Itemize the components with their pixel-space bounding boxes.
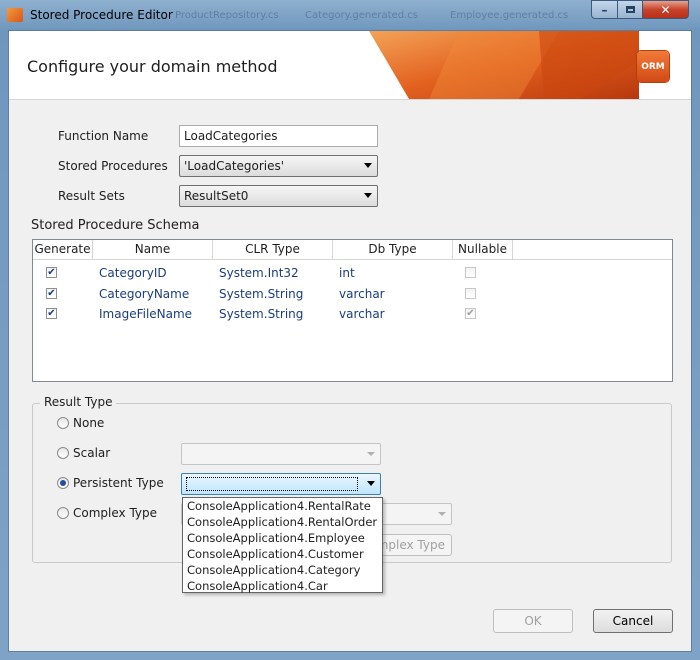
close-button[interactable]: ✕ — [642, 0, 689, 19]
nullable-checkbox — [465, 267, 476, 278]
table-row[interactable]: ✔ ImageFileName System.String varchar ✔ — [33, 305, 672, 325]
function-name-field[interactable]: LoadCategories — [179, 125, 378, 147]
ok-button[interactable]: OK — [493, 609, 573, 633]
radio-none-button[interactable] — [57, 417, 69, 429]
chevron-down-icon — [438, 512, 446, 516]
schema-grid[interactable]: Generate Name CLR Type Db Type Nullable … — [32, 239, 673, 382]
dropdown-option[interactable]: ConsoleApplication4.RentalOrder — [187, 514, 377, 530]
generate-checkbox[interactable]: ✔ — [46, 267, 57, 278]
column-header-db-type[interactable]: Db Type — [333, 240, 453, 260]
result-sets-value: ResultSet0 — [184, 189, 249, 203]
schema-section-title: Stored Procedure Schema — [31, 218, 200, 233]
radio-none[interactable]: None — [57, 416, 157, 435]
column-header-name[interactable]: Name — [93, 240, 213, 260]
stored-procedures-select[interactable]: 'LoadCategories' — [179, 155, 378, 177]
dropdown-option[interactable]: ConsoleApplication4.Category — [187, 562, 360, 578]
table-row[interactable]: ✔ CategoryID System.Int32 int — [33, 264, 672, 284]
page-title: Configure your domain method — [27, 57, 278, 76]
focus-rect — [186, 477, 358, 491]
stored-procedures-value: 'LoadCategories' — [184, 159, 285, 173]
stored-procedures-label: Stored Procedures — [58, 159, 168, 173]
row-name: CategoryID — [99, 266, 167, 280]
radio-complex-type-button[interactable] — [57, 507, 69, 519]
title-bar[interactable]: Stored Procedure Editor ProductRepositor… — [0, 0, 700, 30]
background-tab: Category.generated.cs — [305, 10, 418, 21]
radio-persistent-type[interactable]: Persistent Type — [57, 476, 177, 495]
result-sets-select[interactable]: ResultSet0 — [179, 185, 378, 207]
nullable-checkbox — [465, 288, 476, 299]
column-header-generate[interactable]: Generate — [33, 240, 93, 260]
window: Stored Procedure Editor ProductRepositor… — [0, 0, 700, 660]
chevron-down-icon — [364, 163, 372, 168]
row-name: CategoryName — [99, 287, 190, 301]
column-header-clr-type[interactable]: CLR Type — [213, 240, 333, 260]
maximize-button[interactable] — [617, 0, 643, 19]
column-header-nullable[interactable]: Nullable — [453, 240, 513, 260]
chevron-down-icon — [364, 193, 372, 198]
radio-complex-type-label: Complex Type — [73, 506, 158, 520]
radio-none-label: None — [73, 416, 105, 430]
dialog-client-area: Configure your domain method ORM Functio… — [8, 30, 692, 652]
generate-checkbox[interactable]: ✔ — [46, 308, 57, 319]
dropdown-option[interactable]: ConsoleApplication4.RentalRate — [187, 498, 371, 514]
table-row[interactable]: ✔ CategoryName System.String varchar — [33, 285, 672, 305]
dialog-header: Configure your domain method ORM — [9, 31, 691, 100]
result-sets-label: Result Sets — [58, 189, 125, 203]
background-tab: ProductRepository.cs — [175, 10, 279, 21]
persistent-type-select[interactable] — [181, 473, 381, 495]
generate-checkbox[interactable]: ✔ — [46, 288, 57, 299]
dropdown-option[interactable]: ConsoleApplication4.Employee — [187, 530, 365, 546]
dropdown-option[interactable]: ConsoleApplication4.Customer — [187, 546, 364, 562]
maximize-icon — [625, 6, 635, 13]
radio-scalar-label: Scalar — [73, 446, 111, 460]
chevron-down-icon — [367, 452, 375, 456]
row-clr-type: System.String — [219, 287, 304, 301]
scalar-type-select — [181, 443, 381, 465]
nullable-checkbox: ✔ — [465, 308, 476, 319]
row-clr-type: System.Int32 — [219, 266, 299, 280]
column-header-filler — [513, 240, 672, 260]
row-db-type: varchar — [339, 287, 385, 301]
radio-scalar[interactable]: Scalar — [57, 446, 157, 465]
row-db-type: varchar — [339, 307, 385, 321]
function-name-label: Function Name — [58, 129, 149, 143]
cancel-button[interactable]: Cancel — [593, 609, 673, 633]
radio-scalar-button[interactable] — [57, 447, 69, 459]
row-name: ImageFileName — [99, 307, 193, 321]
radio-persistent-type-button[interactable] — [57, 477, 69, 489]
dropdown-option[interactable]: ConsoleApplication4.Car — [187, 578, 328, 594]
minimize-icon: – — [601, 2, 608, 17]
orm-logo: ORM — [637, 51, 669, 82]
close-icon: ✕ — [660, 2, 671, 17]
header-decoration — [369, 31, 639, 99]
radio-complex-type[interactable]: Complex Type — [57, 506, 177, 525]
window-title: Stored Procedure Editor — [30, 8, 173, 22]
minimize-button[interactable]: – — [591, 0, 618, 19]
result-type-title: Result Type — [40, 395, 117, 409]
app-icon — [7, 8, 23, 22]
persistent-type-dropdown[interactable]: ConsoleApplication4.RentalRate ConsoleAp… — [182, 497, 383, 593]
background-tab: Employee.generated.cs — [450, 10, 569, 21]
chevron-down-icon — [367, 481, 375, 486]
row-clr-type: System.String — [219, 307, 304, 321]
row-db-type: int — [339, 266, 355, 280]
radio-persistent-type-label: Persistent Type — [73, 476, 164, 490]
